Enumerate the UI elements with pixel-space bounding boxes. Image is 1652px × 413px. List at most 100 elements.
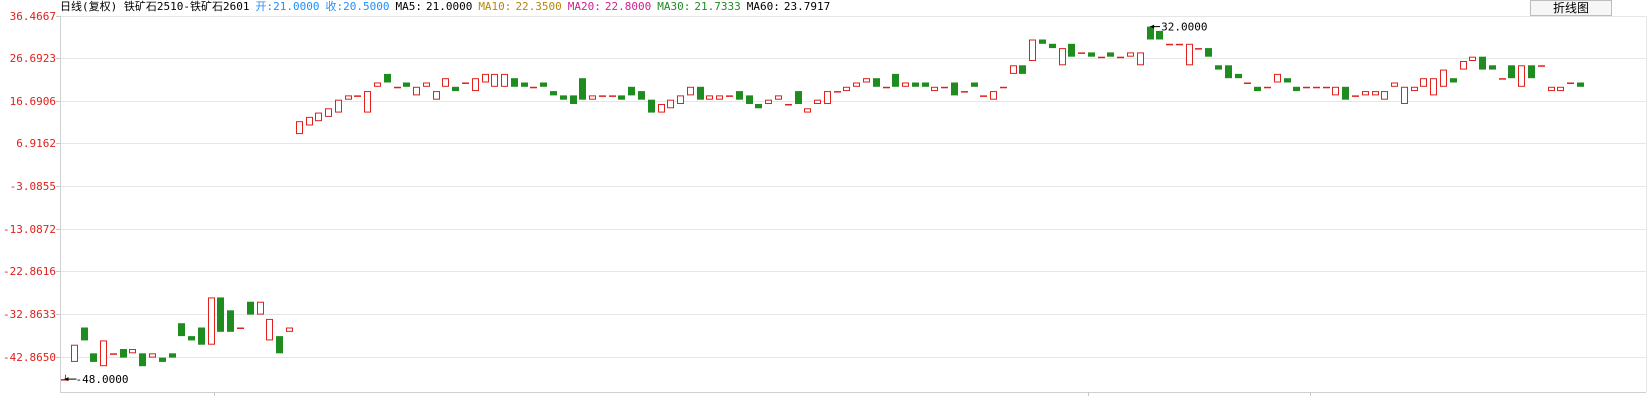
candle (1088, 52, 1095, 57)
candle (286, 327, 293, 332)
candle (726, 95, 733, 97)
candle (442, 78, 449, 87)
candle (648, 99, 655, 113)
candle (795, 91, 802, 104)
candle (521, 82, 528, 87)
candle (1215, 65, 1222, 70)
candle (354, 95, 361, 97)
candle (364, 91, 371, 113)
candle (1098, 56, 1105, 59)
min-price-label: -48.0000 (76, 373, 129, 386)
candle (1078, 52, 1085, 54)
candle (902, 82, 909, 87)
candle (843, 86, 850, 92)
candle (697, 86, 704, 100)
candle (257, 301, 264, 315)
candle (892, 73, 899, 87)
candle (227, 310, 234, 332)
candle (1010, 65, 1017, 74)
candle (1508, 65, 1515, 79)
candle (403, 82, 410, 87)
candle (775, 95, 782, 100)
candle (638, 91, 645, 100)
candle (462, 82, 469, 84)
candle (755, 103, 762, 109)
candle (1420, 78, 1427, 87)
candle (149, 353, 156, 358)
candle (1137, 52, 1144, 66)
candle (628, 86, 635, 96)
candle (1323, 86, 1330, 89)
candle (618, 95, 625, 100)
candle (1293, 86, 1300, 92)
candle (208, 297, 215, 345)
candle (1313, 86, 1320, 89)
candle (1254, 86, 1261, 92)
candle (961, 91, 968, 93)
candle (951, 82, 958, 96)
candle (1557, 86, 1564, 92)
candle (120, 349, 127, 358)
candle (1029, 39, 1036, 61)
candle (1352, 95, 1359, 97)
candle (658, 103, 665, 113)
candle (1147, 26, 1154, 40)
candle (374, 82, 381, 87)
candle (980, 95, 987, 97)
candle (129, 349, 136, 354)
candle (1059, 48, 1066, 66)
candle (599, 95, 606, 97)
candle (1195, 48, 1202, 50)
candle (579, 78, 586, 100)
candle (511, 78, 518, 87)
candle (706, 95, 713, 100)
candle (501, 73, 508, 87)
candle (1264, 86, 1271, 89)
candle (1205, 48, 1212, 57)
candle (1303, 86, 1310, 89)
candle (178, 323, 185, 337)
candle (922, 82, 929, 87)
candle (345, 95, 352, 100)
candle (81, 327, 88, 341)
candle (1039, 39, 1046, 44)
candle (687, 86, 694, 96)
candle (1577, 82, 1584, 87)
candle (785, 103, 792, 106)
candle (1342, 86, 1349, 100)
candle (570, 95, 577, 104)
candle (413, 86, 420, 96)
candle (110, 353, 117, 355)
candle (746, 95, 753, 104)
max-price-label: 32.0000 (1161, 21, 1207, 34)
candle (433, 91, 440, 100)
candle (1107, 52, 1114, 57)
candle (384, 73, 391, 83)
candle (853, 82, 860, 87)
candle (863, 78, 870, 83)
candle (188, 336, 195, 341)
candle (139, 353, 146, 367)
candle (1068, 43, 1075, 57)
candle (677, 95, 684, 104)
candle (931, 86, 938, 92)
candle (71, 344, 78, 362)
candle (1548, 86, 1555, 92)
candle (159, 357, 166, 362)
candle (1000, 86, 1007, 89)
candle (1401, 86, 1408, 104)
candle (941, 86, 948, 89)
candle (667, 99, 674, 109)
candle (90, 353, 97, 362)
candle (540, 82, 547, 87)
candle (452, 86, 459, 92)
candle (1489, 65, 1496, 70)
candle (237, 327, 244, 330)
candle (472, 78, 479, 92)
candle (1460, 60, 1467, 70)
candle (423, 82, 430, 87)
candle (560, 95, 567, 100)
candle (834, 91, 841, 93)
candle (482, 73, 489, 83)
candle (1244, 82, 1251, 84)
